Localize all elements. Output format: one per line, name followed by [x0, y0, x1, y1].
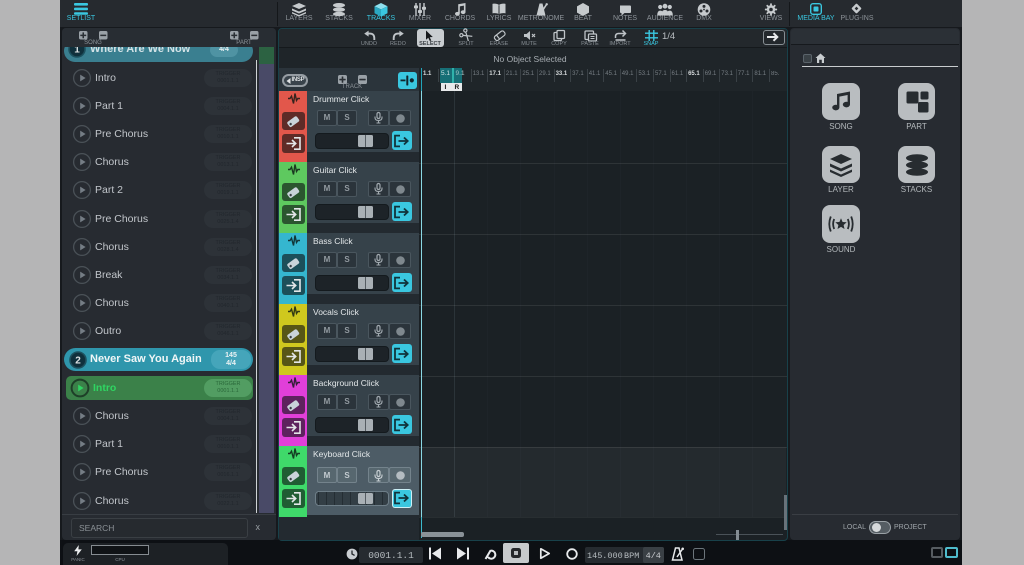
svg-text:2: 2: [75, 355, 81, 366]
